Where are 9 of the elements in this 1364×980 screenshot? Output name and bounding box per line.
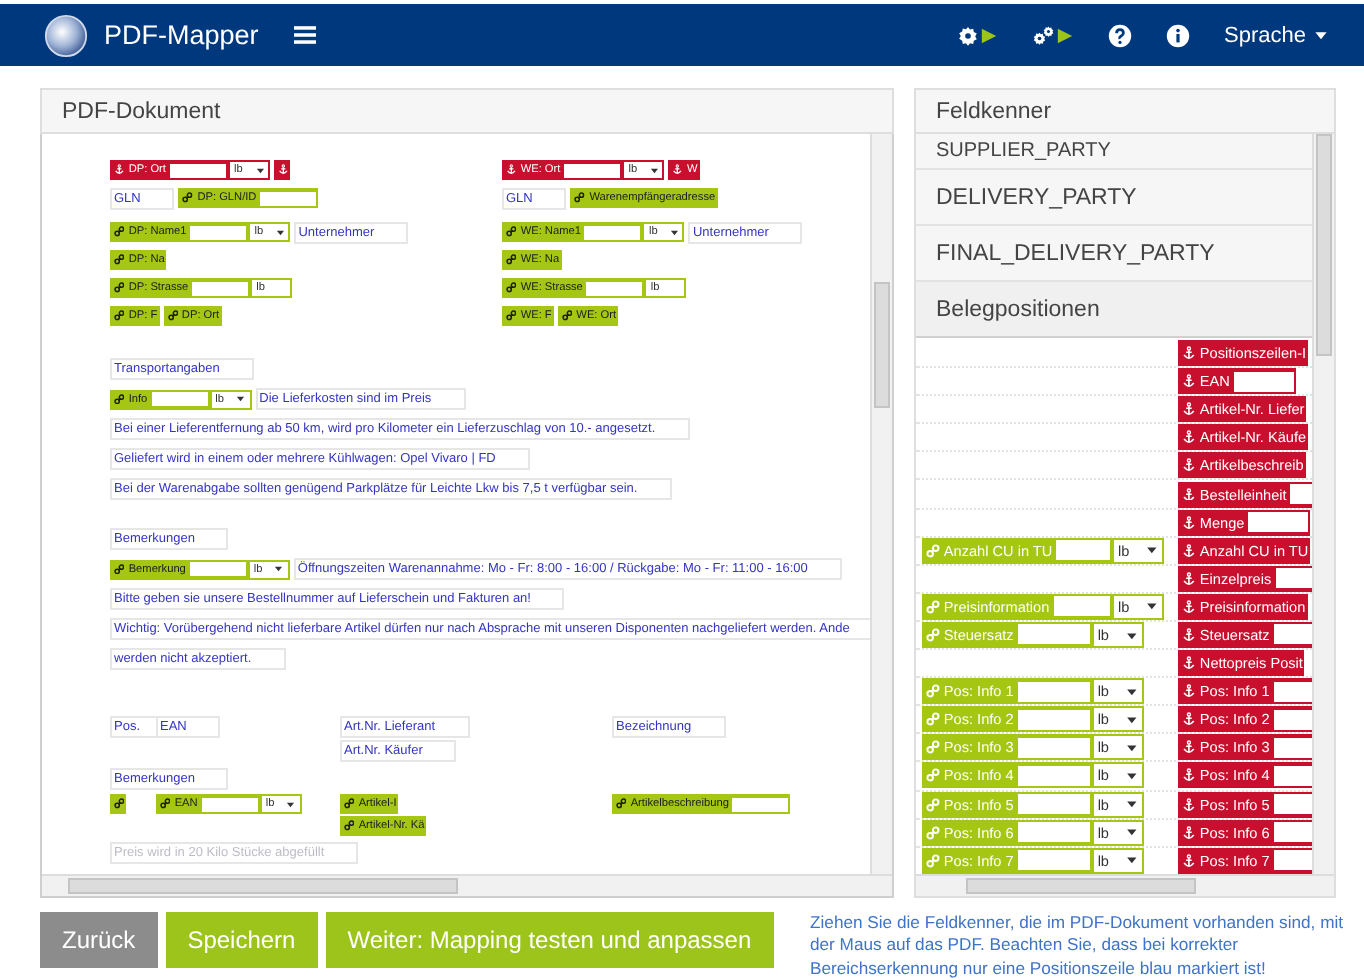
accordion-header[interactable]: SUPPLIER_PARTY xyxy=(916,134,1312,170)
help-text: Ziehen Sie die Feldkenner, die im PDF-Dokument vorhanden sind, mit der Maus auf das PDF. Beachten Sie, dass bei korrekter Bereichserkennung nur eine Positionszeile blau markiert ist! xyxy=(810,912,1346,980)
accordion-header[interactable]: DELIVERY_PARTY xyxy=(916,170,1312,226)
app-title: PDF-Mapper xyxy=(104,20,259,50)
accordion-header[interactable]: Belegpositionen xyxy=(916,282,1312,338)
language-menu[interactable]: Sprache xyxy=(1224,23,1328,47)
panel-title: Feldkenner xyxy=(914,88,1336,134)
accordion-header[interactable]: FINAL_DELIVERY_PARTY xyxy=(916,226,1312,282)
panel-title: PDF-Dokument xyxy=(40,88,894,134)
